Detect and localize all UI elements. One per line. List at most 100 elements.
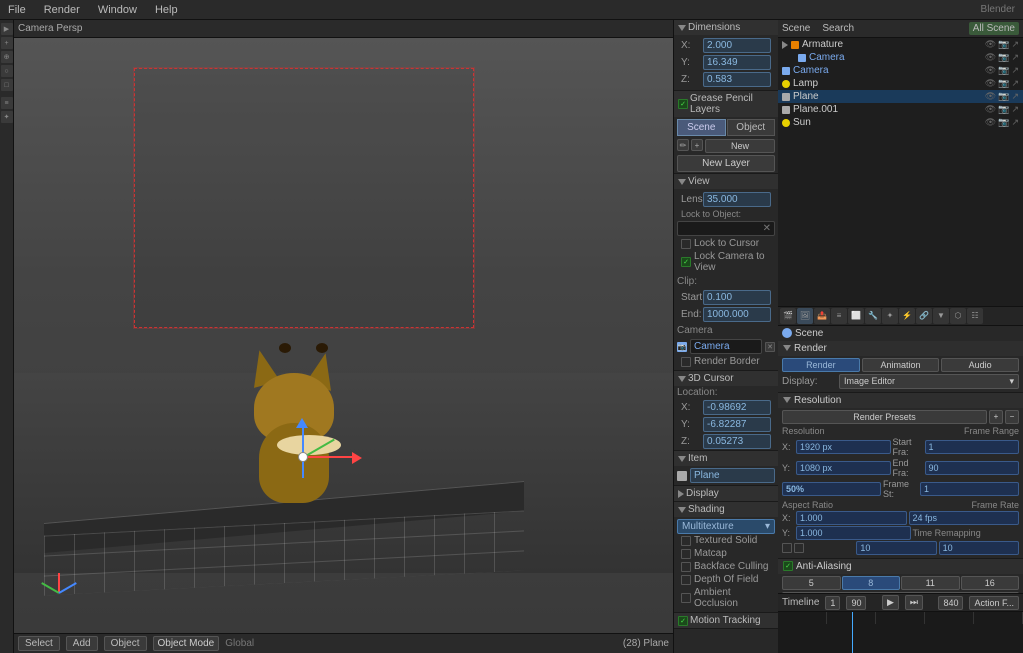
end-fra-value[interactable]: 90 [925, 461, 1020, 475]
tool-extra1[interactable]: ≡ [1, 97, 13, 109]
lens-value[interactable]: 35.000 [703, 192, 771, 207]
timeline-body[interactable] [778, 612, 1023, 653]
timeline-playhead[interactable] [852, 612, 853, 653]
presets-remove-btn[interactable]: − [1005, 410, 1019, 424]
outliner-item-camera-child[interactable]: Camera 👁 📷 ↗ [778, 51, 1023, 64]
res-y-value[interactable]: 1080 px [796, 461, 891, 475]
prop-dimensions-header[interactable]: Resolution [778, 393, 1023, 408]
render-presets-btn[interactable]: Render Presets [782, 410, 987, 424]
res-x-value[interactable]: 1920 px [796, 440, 891, 454]
status-select-btn[interactable]: Select [18, 636, 60, 651]
plane001-sel[interactable]: ↗ [1011, 104, 1019, 115]
motion-tracking-chk[interactable]: ✓ [678, 616, 688, 626]
prop-tab-material[interactable]: ⬡ [950, 308, 966, 324]
camera-child-render[interactable]: 📷 [998, 52, 1009, 63]
outliner-item-camera[interactable]: Camera 👁 📷 ↗ [778, 64, 1023, 77]
aa-chk[interactable]: ✓ [783, 561, 793, 571]
lamp-vis[interactable]: 👁 [985, 78, 996, 89]
viewport-canvas[interactable] [14, 38, 673, 633]
menu-file[interactable]: File [4, 4, 30, 16]
outliner-item-plane[interactable]: Plane 👁 📷 ↗ [778, 90, 1023, 103]
cursor-z-value[interactable]: 0.05273 [703, 434, 771, 449]
aa-16-btn[interactable]: 16 [961, 576, 1020, 590]
fps-value[interactable]: 24 fps [909, 511, 1020, 525]
sun-sel[interactable]: ↗ [1011, 117, 1019, 128]
tool-extra2[interactable]: ✦ [1, 111, 13, 123]
tool-cursor[interactable]: + [1, 37, 13, 49]
aspect-x-value[interactable]: 1.000 [796, 511, 907, 525]
dimensions-header[interactable]: Dimensions [674, 20, 778, 35]
tool-scale[interactable]: □ [1, 79, 13, 91]
prop-tab-scene[interactable]: 🎬 [780, 308, 796, 324]
grease-pencil-header[interactable]: ✓ Grease Pencil Layers [674, 91, 778, 117]
prop-tab-render[interactable]: 🖼 [797, 308, 813, 324]
border-chk2[interactable] [794, 543, 804, 553]
local-camera-field[interactable]: Camera [690, 339, 762, 354]
menu-render[interactable]: Render [40, 4, 84, 16]
viewport-3d[interactable]: Camera Persp [14, 20, 673, 653]
render-border-chk[interactable] [681, 357, 691, 367]
outliner-item-plane001[interactable]: Plane.001 👁 📷 ↗ [778, 103, 1023, 116]
status-add-btn[interactable]: Add [66, 636, 98, 651]
lamp-sel[interactable]: ↗ [1011, 78, 1019, 89]
frame-step-value[interactable]: 1 [920, 482, 1019, 496]
menu-help[interactable]: Help [151, 4, 182, 16]
menu-window[interactable]: Window [94, 4, 141, 16]
sun-render[interactable]: 📷 [998, 117, 1009, 128]
prop-tab-constraints[interactable]: 🔗 [916, 308, 932, 324]
presets-add-btn[interactable]: + [989, 410, 1003, 424]
plane-sel[interactable]: ↗ [1011, 91, 1019, 102]
gp-tab-scene[interactable]: Scene [677, 119, 726, 136]
timeline-start-frame[interactable]: 1 [825, 596, 840, 610]
prop-tab-data[interactable]: ▼ [933, 308, 949, 324]
cursor-header[interactable]: 3D Cursor [674, 371, 778, 386]
prop-tab-output[interactable]: 📤 [814, 308, 830, 324]
plane001-vis[interactable]: 👁 [985, 104, 996, 115]
pct-value[interactable]: 50% [782, 482, 881, 496]
matcap-chk[interactable] [681, 549, 691, 559]
sun-vis[interactable]: 👁 [985, 117, 996, 128]
lamp-render[interactable]: 📷 [998, 78, 1009, 89]
motion-tracking-header[interactable]: ✓ Motion Tracking [674, 613, 778, 628]
armature-vis-icon[interactable]: 👁 [985, 39, 996, 50]
tool-select[interactable]: ▶ [1, 23, 13, 35]
clip-end-value[interactable]: 1000.000 [703, 307, 771, 322]
gp-tab-object[interactable]: Object [727, 119, 776, 136]
camera-child-vis[interactable]: 👁 [985, 52, 996, 63]
camera-sel[interactable]: ↗ [1011, 65, 1019, 76]
outliner-item-armature[interactable]: Armature 👁 📷 ↗ [778, 38, 1023, 51]
clip-start-value[interactable]: 0.100 [703, 290, 771, 305]
tr-val1[interactable]: 10 [856, 541, 936, 555]
prop-tab-physics[interactable]: ⚡ [899, 308, 915, 324]
tool-rotate[interactable]: ○ [1, 65, 13, 77]
camera-vis[interactable]: 👁 [985, 65, 996, 76]
aa-11-btn[interactable]: 11 [901, 576, 960, 590]
prop-tab-particles[interactable]: ✦ [882, 308, 898, 324]
shading-mode-dropdown[interactable]: Multitexture ▾ [677, 519, 775, 534]
lock-camera-chk[interactable]: ✓ [681, 257, 691, 267]
timeline-action-btn[interactable]: Action F... [969, 596, 1019, 610]
local-camera-clear[interactable]: ✕ [765, 342, 775, 352]
prop-tab-view[interactable]: ≡ [831, 308, 847, 324]
aa-8-btn[interactable]: 8 [842, 576, 901, 590]
outliner-filter-btn[interactable]: All Scene [969, 22, 1019, 35]
timeline-play-btn[interactable]: ▶ [882, 595, 899, 610]
cursor-x-value[interactable]: -0.98692 [703, 400, 771, 415]
aa-5-btn[interactable]: 5 [782, 576, 841, 590]
armature-render-icon[interactable]: 📷 [998, 39, 1009, 50]
gp-new-btn[interactable]: New [705, 139, 775, 153]
outliner-item-lamp[interactable]: Lamp 👁 📷 ↗ [778, 77, 1023, 90]
lock-obj-field[interactable]: ✕ [677, 221, 775, 236]
render-section-header[interactable]: Render [778, 341, 1023, 356]
prop-tab-texture[interactable]: ☷ [967, 308, 983, 324]
tool-move[interactable]: ⊕ [1, 51, 13, 63]
plane-vis[interactable]: 👁 [985, 91, 996, 102]
timeline-frame-indicator[interactable]: 840 [938, 596, 963, 610]
prop-tab-object[interactable]: ⬜ [848, 308, 864, 324]
backface-chk[interactable] [681, 562, 691, 572]
timeline-step-btn[interactable]: ⏭ [905, 595, 923, 610]
status-object-btn[interactable]: Object [104, 636, 147, 651]
aspect-y-value[interactable]: 1.000 [796, 526, 911, 540]
camera-render[interactable]: 📷 [998, 65, 1009, 76]
timeline-end-frame[interactable]: 90 [846, 596, 866, 610]
